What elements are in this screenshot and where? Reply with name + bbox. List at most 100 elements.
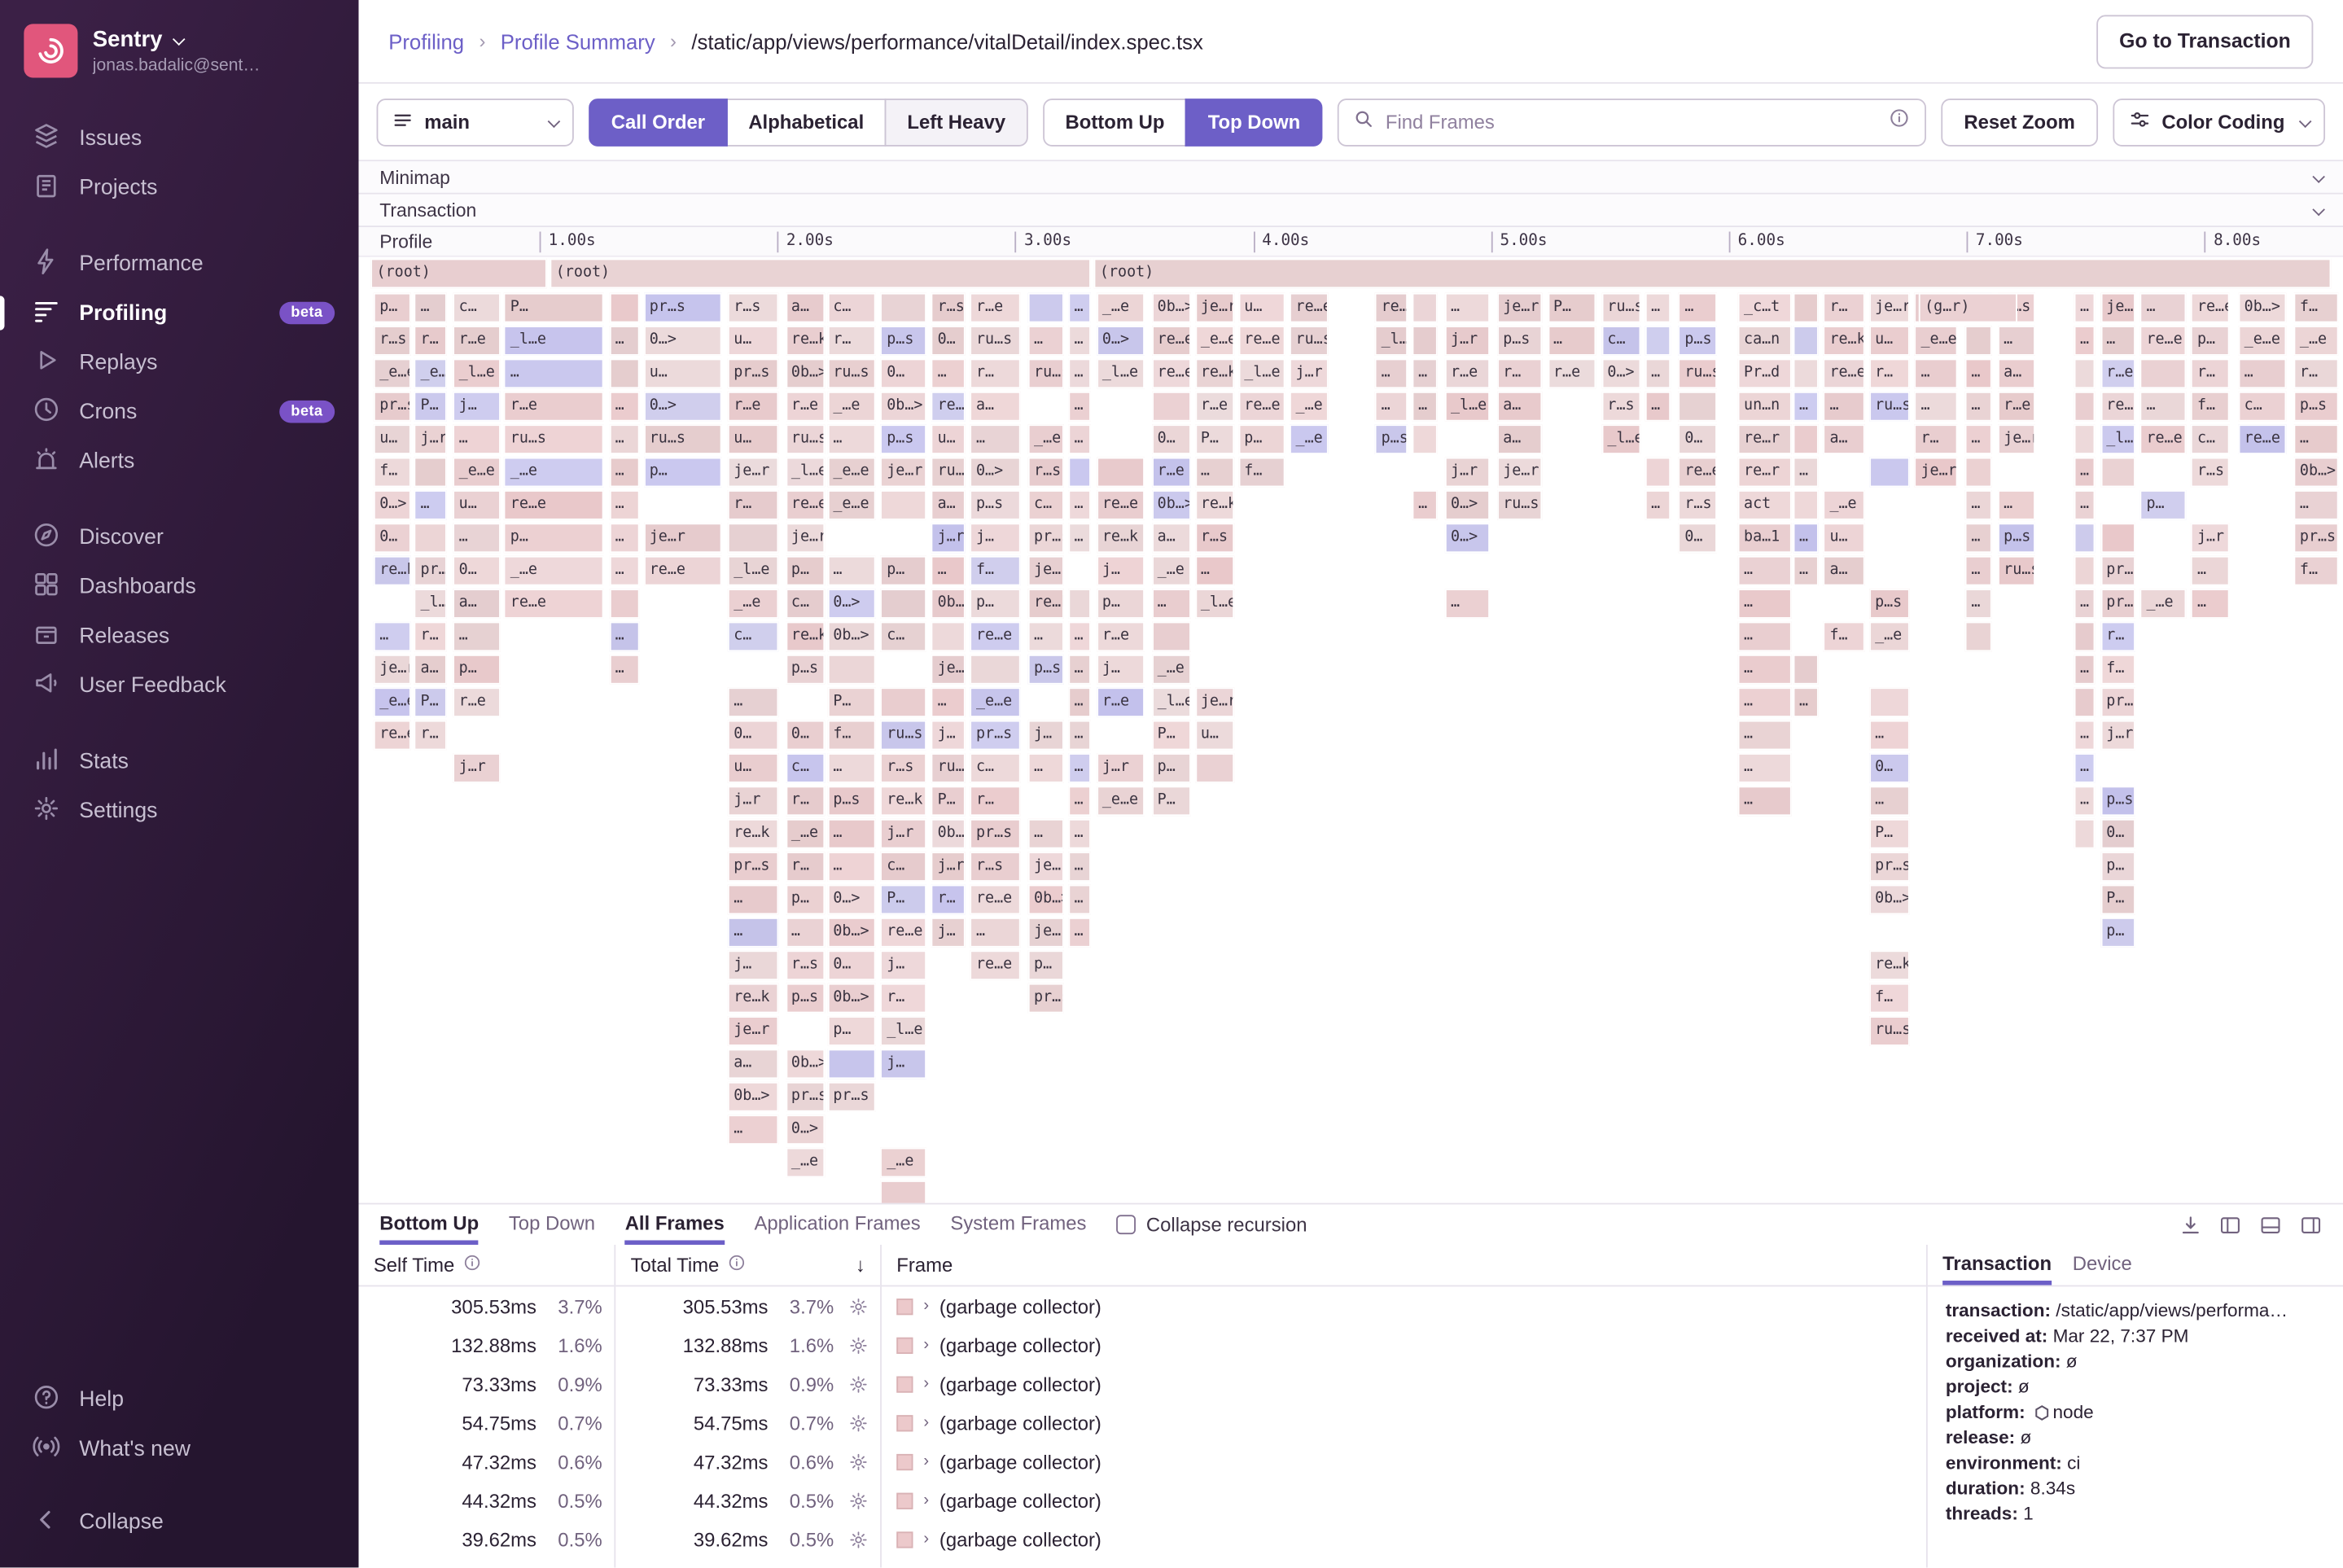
thread-selector[interactable]: main: [377, 98, 574, 146]
flame-cell[interactable]: c…: [1601, 326, 1640, 356]
flame-cell[interactable]: [1412, 326, 1438, 356]
flame-cell[interactable]: …: [1645, 359, 1671, 389]
flame-cell[interactable]: …: [1965, 556, 1992, 586]
flame-cell[interactable]: r…e: [1195, 392, 1234, 422]
flame-cell[interactable]: r…e: [786, 392, 825, 422]
flame-cell[interactable]: f…: [2294, 293, 2339, 323]
flame-cell[interactable]: re…e: [2238, 424, 2286, 454]
flame-cell[interactable]: 0…>: [1445, 523, 1490, 553]
flame-cell[interactable]: r…: [2294, 359, 2339, 389]
go-to-transaction-button[interactable]: Go to Transaction: [2097, 14, 2314, 68]
flame-cell[interactable]: _l…e: [1151, 687, 1190, 717]
flame-cell[interactable]: P…: [827, 687, 875, 717]
flame-cell[interactable]: …: [1068, 753, 1091, 783]
flame-cell[interactable]: re…e: [881, 918, 927, 948]
flame-cell[interactable]: [2074, 819, 2096, 849]
flame-cell[interactable]: _e…e: [1915, 326, 1958, 356]
flame-cell[interactable]: a…: [1998, 359, 2035, 389]
flame-cell[interactable]: …: [1965, 523, 1992, 553]
flame-cell[interactable]: …: [374, 622, 411, 652]
panel-right-icon[interactable]: [2300, 1214, 2323, 1235]
flame-cell[interactable]: p…s: [970, 490, 1021, 520]
flame-cell[interactable]: ba…1: [1738, 523, 1792, 553]
flame-cell[interactable]: je…r: [1028, 556, 1064, 586]
flame-cell[interactable]: je…r: [931, 655, 966, 685]
flame-cell[interactable]: re…r: [1738, 424, 1792, 454]
flame-cell[interactable]: re…e: [931, 392, 966, 422]
flame-cell[interactable]: j…r: [1445, 326, 1490, 356]
sort-descending-icon[interactable]: ↓: [856, 1254, 865, 1277]
bottom-up-button[interactable]: Bottom Up: [1043, 98, 1187, 146]
flame-cell[interactable]: je…r: [1195, 687, 1234, 717]
flame-cell[interactable]: [2074, 687, 2096, 717]
flame-cell[interactable]: r…: [970, 359, 1021, 389]
sidebar-item-discover[interactable]: Discover: [0, 513, 359, 563]
flame-cell[interactable]: …: [1645, 392, 1671, 422]
flame-cell[interactable]: …: [2074, 326, 2096, 356]
flame-cell[interactable]: je…r: [1028, 852, 1064, 882]
flame-cell[interactable]: f…: [2100, 655, 2135, 685]
gear-icon[interactable]: [849, 1335, 869, 1355]
self-time-cell[interactable]: 47.32ms0.6%: [359, 1442, 615, 1481]
alphabetical-button[interactable]: Alphabetical: [726, 98, 887, 146]
self-time-cell[interactable]: 305.53ms3.7%: [359, 1286, 615, 1325]
flame-cell[interactable]: pr…s: [970, 720, 1021, 751]
transaction-panel-header[interactable]: Transaction: [359, 195, 2343, 227]
flame-cell[interactable]: _…e: [1824, 490, 1865, 520]
flame-cell[interactable]: f…: [1824, 622, 1865, 652]
flame-cell[interactable]: pr…s: [728, 852, 778, 882]
flame-cell[interactable]: j…r: [414, 424, 447, 454]
panel-bottom-icon[interactable]: [2259, 1214, 2282, 1235]
flame-cell[interactable]: j…r: [1290, 359, 1329, 389]
flame-cell[interactable]: je…r: [1915, 458, 1958, 488]
flame-cell[interactable]: …: [1738, 556, 1792, 586]
flame-cell[interactable]: j…r: [881, 819, 927, 849]
flame-cell[interactable]: [881, 1180, 927, 1203]
flame-cell[interactable]: r…: [414, 326, 447, 356]
flame-cell[interactable]: ca…n: [1738, 326, 1792, 356]
flame-cell[interactable]: …: [1998, 326, 2035, 356]
flame-cell[interactable]: re…k: [1375, 293, 1408, 323]
flame-cell[interactable]: a…: [728, 1049, 778, 1080]
flame-cell[interactable]: ru…s: [1497, 490, 1542, 520]
flame-cell[interactable]: u…: [728, 326, 778, 356]
flame-cell[interactable]: re…k: [786, 622, 825, 652]
sidebar-item-help[interactable]: Help: [0, 1375, 359, 1425]
flame-cell[interactable]: 0…>: [1445, 490, 1490, 520]
flame-cell[interactable]: …: [609, 392, 639, 422]
flame-cell[interactable]: …: [827, 753, 875, 783]
flame-cell[interactable]: p…s: [881, 424, 927, 454]
total-time-cell[interactable]: 39.62ms0.5%: [615, 1520, 880, 1559]
flame-cell[interactable]: re…e: [374, 720, 411, 751]
flame-cell[interactable]: pr…s: [728, 359, 778, 389]
left-heavy-button[interactable]: Left Heavy: [885, 98, 1028, 146]
flame-cell[interactable]: r…e: [1548, 359, 1596, 389]
flame-cell[interactable]: 0…: [1679, 424, 1718, 454]
flame-cell[interactable]: …: [1869, 720, 1910, 751]
flame-cell[interactable]: 0…: [374, 523, 411, 553]
flame-cell[interactable]: _…e: [1869, 622, 1910, 652]
flame-cell[interactable]: [881, 589, 927, 619]
flame-cell[interactable]: [1965, 326, 1992, 356]
flame-cell[interactable]: p…s: [827, 786, 875, 816]
flame-cell[interactable]: r…: [1824, 293, 1865, 323]
flame-cell[interactable]: [881, 687, 927, 717]
flame-cell[interactable]: c…: [786, 589, 825, 619]
flame-cell[interactable]: [970, 655, 1021, 685]
flame-cell[interactable]: r…: [786, 852, 825, 882]
flame-cell[interactable]: …: [1793, 523, 1819, 553]
flame-cell[interactable]: [609, 359, 639, 389]
flame-cell[interactable]: …: [931, 556, 966, 586]
flame-cell[interactable]: ru…s: [931, 753, 966, 783]
flame-cell[interactable]: _…e: [1151, 556, 1190, 586]
flame-cell[interactable]: …: [1445, 589, 1490, 619]
flame-cell[interactable]: …: [728, 885, 778, 915]
flame-cell[interactable]: …: [453, 622, 501, 652]
flame-cell[interactable]: …: [1738, 655, 1792, 685]
flame-cell[interactable]: re…r: [1738, 458, 1792, 488]
flame-cell[interactable]: p…s: [881, 326, 927, 356]
self-time-cell[interactable]: 39.62ms0.5%: [359, 1520, 615, 1559]
flame-cell[interactable]: je…r: [374, 655, 411, 685]
flame-cell[interactable]: …: [1068, 852, 1091, 882]
flame-cell[interactable]: _…e: [1097, 293, 1145, 323]
